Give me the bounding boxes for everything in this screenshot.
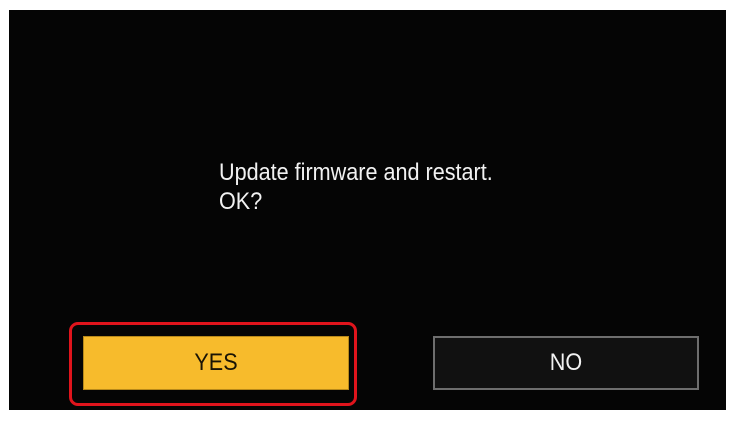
yes-button[interactable]: YES [83,336,349,390]
message-line-2: OK? [219,188,263,215]
confirmation-message: Update firmware and restart. OK? [219,158,493,216]
message-line-1: Update firmware and restart. [219,159,493,186]
camera-screen: Update firmware and restart. OK? YES NO [9,10,726,410]
no-button-label: NO [549,349,583,376]
yes-button-label: YES [194,349,238,376]
no-button[interactable]: NO [433,336,699,390]
